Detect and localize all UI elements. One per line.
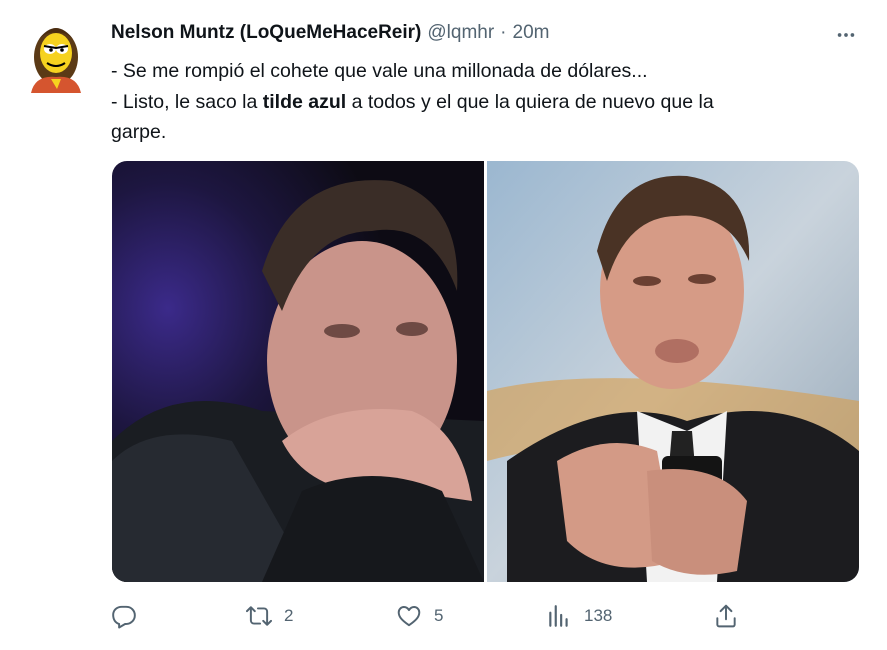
photo-left-image — [112, 161, 484, 582]
tweet-text-line-3: garpe. — [111, 121, 167, 143]
views-count: 138 — [584, 606, 613, 625]
photo-right[interactable] — [487, 161, 859, 582]
tweet-header: Nelson Muntz (LoQueMeHaceReir) @lqmhr · … — [111, 22, 549, 48]
tweet-text-line-1: - Se me rompió el cohete que vale una mi… — [111, 60, 648, 82]
avatar[interactable] — [21, 17, 91, 93]
photo-left[interactable] — [112, 161, 484, 582]
reply-button[interactable] — [111, 596, 149, 636]
tweet-text-line-2: - Listo, le saco la tilde azul a todos y… — [111, 87, 851, 118]
tweet-text: - Se me rompió el cohete que vale una mi… — [111, 56, 851, 148]
share-button[interactable] — [713, 596, 739, 636]
author-name[interactable]: Nelson Muntz (LoQueMeHaceReir) — [111, 22, 421, 44]
more-button[interactable] — [832, 22, 860, 48]
reply-icon — [112, 605, 136, 629]
tweet-media[interactable] — [112, 161, 859, 582]
like-count: 5 — [434, 606, 444, 625]
retweet-count: 2 — [284, 606, 294, 625]
action-bar: 2 5 138 — [0, 596, 887, 636]
separator-dot: · — [500, 22, 507, 43]
author-handle[interactable]: @lqmhr — [427, 22, 494, 44]
views-button[interactable]: 138 — [546, 596, 612, 636]
tweet[interactable]: Nelson Muntz (LoQueMeHaceReir) @lqmhr · … — [0, 0, 887, 650]
timestamp[interactable]: 20m — [513, 22, 550, 44]
like-icon — [397, 606, 421, 627]
like-button[interactable]: 5 — [396, 596, 443, 636]
share-icon — [716, 604, 736, 628]
tweet-text-bold: tilde azul — [262, 90, 347, 113]
views-icon — [549, 605, 568, 627]
avatar-cartoon-icon — [31, 28, 81, 93]
tweet-text-line-2-post: a todos y el que la quiera de nuevo que … — [346, 90, 714, 113]
retweet-icon — [246, 606, 272, 626]
retweet-button[interactable]: 2 — [246, 596, 293, 636]
more-dots-icon — [837, 33, 855, 37]
tweet-text-line-2-pre: - Listo, le saco la — [111, 90, 263, 113]
photo-right-image — [487, 161, 859, 582]
